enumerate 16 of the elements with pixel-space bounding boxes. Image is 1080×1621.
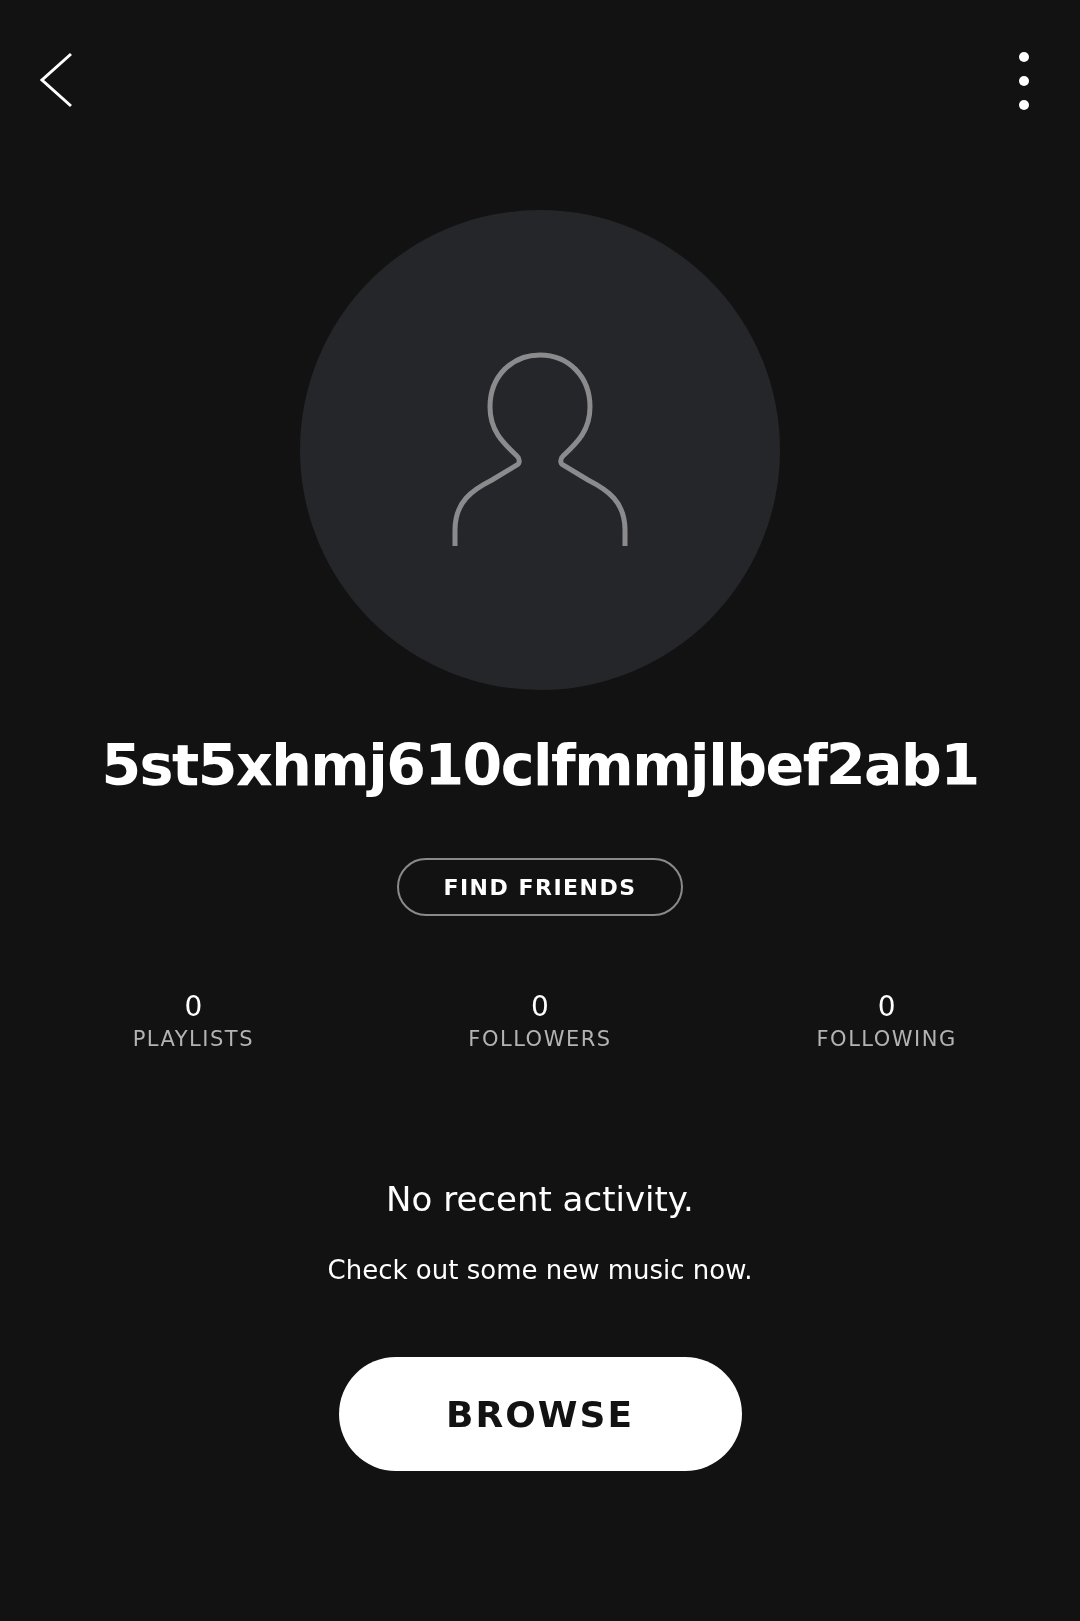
back-icon (38, 52, 74, 108)
find-friends-button[interactable]: FIND FRIENDS (397, 858, 683, 916)
empty-title: No recent activity. (386, 1179, 694, 1219)
empty-subtitle: Check out some new music now. (327, 1255, 753, 1285)
stat-label: FOLLOWERS (468, 1027, 612, 1051)
more-button[interactable] (1018, 52, 1030, 110)
username: 5st5xhmj610clfmmjlbef2ab1 (101, 732, 979, 798)
stat-label: PLAYLISTS (132, 1027, 254, 1051)
stat-count: 0 (877, 990, 896, 1023)
stat-label: FOLLOWING (816, 1027, 957, 1051)
more-icon (1018, 52, 1030, 110)
stat-count: 0 (531, 990, 549, 1023)
stat-count: 0 (184, 990, 203, 1023)
back-button[interactable] (38, 52, 74, 108)
browse-button[interactable]: BROWSE (338, 1357, 742, 1471)
person-icon (452, 352, 628, 548)
